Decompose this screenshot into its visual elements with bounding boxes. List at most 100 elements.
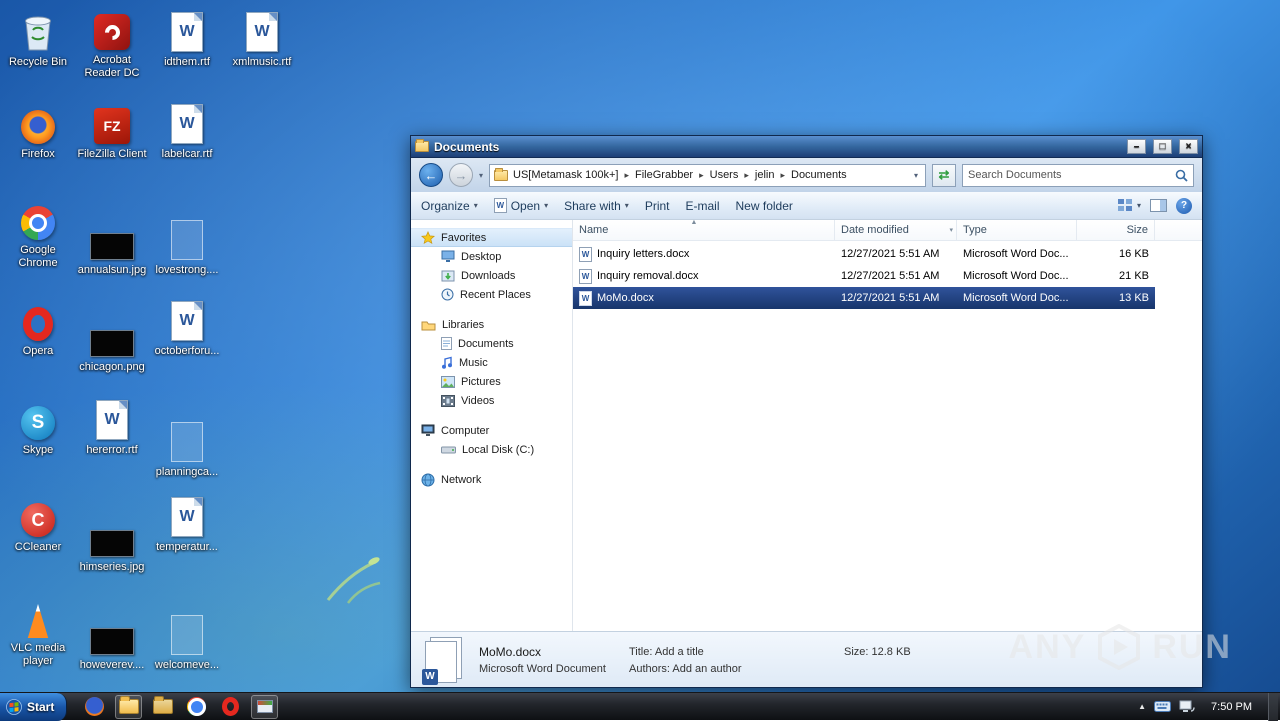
taskbar-folder-button[interactable] bbox=[149, 695, 176, 719]
sidebar-item-videos[interactable]: Videos bbox=[411, 391, 572, 410]
email-button[interactable]: E-mail bbox=[686, 199, 720, 213]
taskbar-running-app-button[interactable] bbox=[251, 695, 278, 719]
column-header-date-modified[interactable]: Date modified ▾ bbox=[835, 220, 957, 240]
search-icon[interactable] bbox=[1175, 169, 1188, 182]
desktop-icon-acrobat[interactable]: Acrobat Reader DC bbox=[76, 6, 148, 79]
desktop-icon-google-chrome[interactable]: Google Chrome bbox=[2, 196, 74, 269]
sidebar-item-downloads[interactable]: Downloads bbox=[411, 266, 572, 285]
desktop-icon-firefox[interactable]: Firefox bbox=[2, 100, 74, 161]
desktop-icon bbox=[441, 250, 455, 263]
column-header-type[interactable]: Type bbox=[957, 220, 1077, 240]
breadcrumb-separator-icon[interactable]: ▸ bbox=[698, 170, 705, 181]
taskbar-clock[interactable]: 7:50 PM bbox=[1211, 701, 1252, 713]
sidebar-item-pictures[interactable]: Pictures bbox=[411, 372, 572, 391]
show-desktop-button[interactable] bbox=[1268, 693, 1278, 721]
organize-button[interactable]: Organize ▾ bbox=[421, 199, 478, 213]
breadcrumb-item[interactable]: Documents bbox=[788, 167, 850, 183]
file-row-momo-selected[interactable]: W MoMo.docx 12/27/2021 5:51 AM Microsoft… bbox=[573, 287, 1155, 309]
taskbar-opera-button[interactable] bbox=[217, 695, 244, 719]
sidebar-item-documents[interactable]: Documents bbox=[411, 334, 572, 353]
network-status-icon[interactable] bbox=[1179, 700, 1195, 713]
start-button[interactable]: Start bbox=[0, 693, 67, 721]
details-size: Size: 12.8 KB bbox=[844, 646, 911, 658]
desktop-icon-vlc[interactable]: VLC media player bbox=[2, 594, 74, 667]
address-breadcrumb[interactable]: US[Metamask 100k+] ▸ FileGrabber ▸ Users… bbox=[489, 164, 926, 187]
breadcrumb-item[interactable]: jelin bbox=[752, 167, 778, 183]
sidebar-item-music[interactable]: Music bbox=[411, 353, 572, 372]
address-history-dropdown-icon[interactable]: ▾ bbox=[911, 171, 921, 180]
desktop-icon-octoberforu[interactable]: W octoberforu... bbox=[151, 297, 223, 358]
desktop-icon-xmlmusic[interactable]: W xmlmusic.rtf bbox=[226, 8, 298, 69]
filter-dropdown-icon[interactable]: ▾ bbox=[949, 226, 953, 234]
sidebar-item-computer[interactable]: Computer bbox=[411, 421, 572, 440]
sidebar-item-local-disk-c[interactable]: Local Disk (C:) bbox=[411, 440, 572, 459]
sidebar-item-recent-places[interactable]: Recent Places bbox=[411, 285, 572, 304]
desktop-icon-lovestrong[interactable]: lovestrong.... bbox=[151, 216, 223, 277]
desktop-icon-chicagon[interactable]: chicagon.png bbox=[76, 313, 148, 374]
file-row-inquiry-removal[interactable]: W Inquiry removal.docx 12/27/2021 5:51 A… bbox=[573, 265, 1155, 287]
details-title[interactable]: Title: Add a title bbox=[629, 646, 844, 658]
desktop-icon-annualsun[interactable]: annualsun.jpg bbox=[76, 216, 148, 277]
keyboard-icon[interactable] bbox=[1154, 701, 1171, 712]
desktop-icon-himseries[interactable]: himseries.jpg bbox=[76, 513, 148, 574]
minimize-button[interactable]: – bbox=[1127, 139, 1146, 154]
open-label: Open bbox=[511, 199, 540, 213]
desktop-icon-label: annualsun.jpg bbox=[78, 264, 147, 277]
share-with-button[interactable]: Share with ▾ bbox=[564, 199, 629, 213]
details-authors[interactable]: Authors: Add an author bbox=[629, 663, 844, 675]
maximize-button[interactable]: □ bbox=[1153, 139, 1172, 154]
desktop-icon-opera[interactable]: Opera bbox=[2, 297, 74, 358]
word-document-icon: W bbox=[171, 100, 203, 144]
explorer-folder-icon bbox=[119, 699, 139, 714]
desktop-icon-skype[interactable]: S Skype bbox=[2, 396, 74, 457]
breadcrumb-separator-icon[interactable]: ▸ bbox=[743, 170, 750, 181]
desktop-icon-ccleaner[interactable]: C CCleaner bbox=[2, 493, 74, 554]
desktop-icon-label: howeverev.... bbox=[80, 659, 145, 672]
desktop-icon-howeverev[interactable]: howeverev.... bbox=[76, 611, 148, 672]
window-titlebar[interactable]: Documents – □ × bbox=[411, 136, 1202, 158]
sidebar-item-label: Network bbox=[441, 474, 481, 486]
desktop-icon-hererror[interactable]: W hererror.rtf bbox=[76, 396, 148, 457]
desktop-icon-recycle-bin[interactable]: Recycle Bin bbox=[2, 8, 74, 69]
open-button[interactable]: W Open ▾ bbox=[494, 198, 548, 213]
taskbar-chrome-button[interactable] bbox=[183, 695, 210, 719]
search-input[interactable] bbox=[968, 169, 1175, 181]
desktop-icon-label: Firefox bbox=[21, 148, 55, 161]
breadcrumb-separator-icon[interactable]: ▸ bbox=[779, 170, 786, 181]
column-header-name[interactable]: ▲ Name bbox=[573, 220, 835, 240]
sidebar-item-network[interactable]: Network bbox=[411, 470, 572, 489]
refresh-button[interactable]: ⇄ bbox=[932, 164, 956, 187]
application-window-icon bbox=[257, 700, 273, 713]
forward-button[interactable]: → bbox=[449, 163, 473, 187]
sidebar-item-desktop[interactable]: Desktop bbox=[411, 247, 572, 266]
desktop-icon-idthem[interactable]: W idthem.rtf bbox=[151, 8, 223, 69]
breadcrumb-item[interactable]: FileGrabber bbox=[632, 167, 696, 183]
desktop-icon-labelcar[interactable]: W labelcar.rtf bbox=[151, 100, 223, 161]
music-note-icon bbox=[441, 356, 453, 369]
show-hidden-icons-button[interactable]: ▲ bbox=[1138, 702, 1146, 711]
taskbar-explorer-button[interactable] bbox=[115, 695, 142, 719]
print-button[interactable]: Print bbox=[645, 199, 670, 213]
help-button[interactable]: ? bbox=[1176, 198, 1192, 214]
column-header-size[interactable]: Size bbox=[1077, 220, 1155, 240]
taskbar-firefox-button[interactable] bbox=[81, 695, 108, 719]
close-button[interactable]: × bbox=[1179, 139, 1198, 154]
column-header-label: Size bbox=[1127, 224, 1148, 236]
desktop-icon-temperatur[interactable]: W temperatur... bbox=[151, 493, 223, 554]
breadcrumb-separator-icon[interactable]: ▸ bbox=[623, 170, 630, 181]
breadcrumb-item[interactable]: US[Metamask 100k+] bbox=[510, 167, 621, 183]
change-view-button[interactable]: ▾ bbox=[1118, 199, 1141, 212]
search-box[interactable] bbox=[962, 164, 1194, 187]
desktop-icon-welcomeve[interactable]: welcomeve... bbox=[151, 611, 223, 672]
new-folder-button[interactable]: New folder bbox=[736, 199, 793, 213]
sidebar-item-favorites[interactable]: Favorites bbox=[411, 228, 572, 247]
preview-pane-button[interactable] bbox=[1150, 199, 1167, 212]
desktop-icon-filezilla[interactable]: FZ FileZilla Client bbox=[76, 100, 148, 161]
breadcrumb-item[interactable]: Users bbox=[707, 167, 742, 183]
back-button[interactable]: ← bbox=[419, 163, 443, 187]
recent-pages-dropdown-icon[interactable]: ▾ bbox=[479, 171, 483, 180]
file-row-inquiry-letters[interactable]: W Inquiry letters.docx 12/27/2021 5:51 A… bbox=[573, 243, 1155, 265]
details-file-type: Microsoft Word Document bbox=[479, 663, 629, 675]
sidebar-item-libraries[interactable]: Libraries bbox=[411, 315, 572, 334]
desktop-icon-planningca[interactable]: planningca... bbox=[151, 418, 223, 479]
